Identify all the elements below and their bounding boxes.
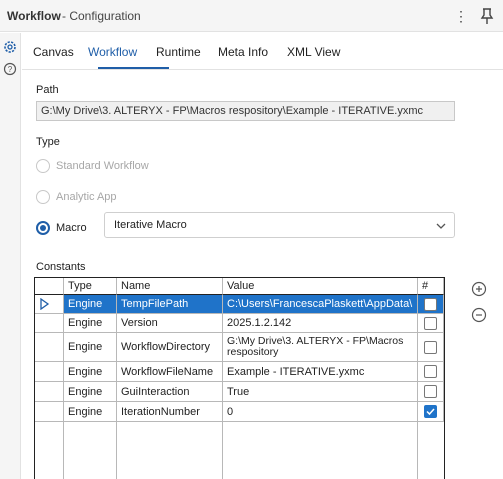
- radio-macro[interactable]: [36, 221, 50, 235]
- cell-checkbox[interactable]: [418, 362, 444, 382]
- window-title: Workflow: [7, 9, 61, 23]
- title-bar: Workflow - Configuration ⋮: [0, 0, 503, 32]
- checkmark-icon: [426, 408, 435, 416]
- constant-checkbox[interactable]: [424, 385, 437, 398]
- cell-value[interactable]: G:\My Drive\3. ALTERYX - FP\Macros respo…: [223, 333, 418, 362]
- minus-circle-icon: [471, 307, 487, 323]
- type-label: Type: [36, 136, 60, 148]
- cell-checkbox[interactable]: [418, 295, 444, 314]
- cell-name[interactable]: GuiInteraction: [117, 382, 223, 402]
- cell-name[interactable]: Version: [117, 314, 223, 333]
- tab-runtime[interactable]: Runtime: [156, 45, 201, 59]
- column-header-type[interactable]: Type: [64, 278, 117, 295]
- radio-label-macro: Macro: [56, 222, 87, 234]
- cell-value[interactable]: True: [223, 382, 418, 402]
- row-indicator[interactable]: [35, 402, 64, 422]
- constants-label: Constants: [36, 261, 86, 273]
- row-indicator[interactable]: [35, 333, 64, 362]
- radio-standard-workflow[interactable]: [36, 159, 50, 173]
- cell-name[interactable]: IterationNumber: [117, 402, 223, 422]
- row-indicator[interactable]: [35, 362, 64, 382]
- cell-checkbox[interactable]: [418, 402, 444, 422]
- kebab-icon[interactable]: ⋮: [452, 6, 470, 26]
- cell-value[interactable]: Example - ITERATIVE.yxmc: [223, 362, 418, 382]
- plus-circle-icon: [471, 281, 487, 297]
- column-header-name[interactable]: Name: [117, 278, 223, 295]
- chevron-down-icon: [434, 219, 448, 233]
- path-field: G:\My Drive\3. ALTERYX - FP\Macros respo…: [36, 101, 455, 121]
- constant-checkbox[interactable]: [424, 365, 437, 378]
- cell-name[interactable]: WorkflowDirectory: [117, 333, 223, 362]
- row-indicator[interactable]: [35, 314, 64, 333]
- cell-checkbox[interactable]: [418, 333, 444, 362]
- tab-bar: Canvas Workflow Runtime Meta Info XML Vi…: [22, 33, 503, 70]
- cell-type[interactable]: Engine: [64, 333, 117, 362]
- row-pointer-icon: [40, 298, 50, 310]
- row-header-corner: [35, 278, 64, 295]
- constant-checkbox[interactable]: [424, 340, 437, 354]
- tab-meta-info[interactable]: Meta Info: [218, 45, 268, 59]
- add-constant-button[interactable]: [471, 281, 487, 297]
- cell-type[interactable]: Engine: [64, 314, 117, 333]
- window-subtitle: - Configuration: [62, 9, 141, 23]
- svg-text:?: ?: [8, 65, 13, 74]
- cell-name[interactable]: WorkflowFileName: [117, 362, 223, 382]
- row-indicator[interactable]: [35, 382, 64, 402]
- constant-checkbox[interactable]: [424, 316, 437, 330]
- help-icon[interactable]: ?: [1, 60, 19, 78]
- macro-type-value: Iterative Macro: [114, 219, 187, 231]
- cell-name[interactable]: TempFilePath: [117, 295, 223, 314]
- tab-canvas[interactable]: Canvas: [33, 45, 74, 59]
- tab-workflow[interactable]: Workflow: [88, 45, 137, 59]
- row-indicator[interactable]: [35, 295, 64, 314]
- radio-label-standard-workflow: Standard Workflow: [56, 160, 149, 172]
- constant-checkbox-checked[interactable]: [424, 405, 437, 418]
- cell-value[interactable]: 2025.1.2.142: [223, 314, 418, 333]
- tab-xml-view[interactable]: XML View: [287, 45, 340, 59]
- path-label: Path: [36, 84, 59, 96]
- gear-icon[interactable]: [1, 38, 19, 56]
- remove-constant-button[interactable]: [471, 307, 487, 323]
- radio-label-analytic-app: Analytic App: [56, 191, 117, 203]
- radio-analytic-app[interactable]: [36, 190, 50, 204]
- column-header-value[interactable]: Value: [223, 278, 418, 295]
- cell-value[interactable]: 0: [223, 402, 418, 422]
- sidebar: ?: [0, 33, 21, 479]
- cell-type[interactable]: Engine: [64, 295, 117, 314]
- cell-type[interactable]: Engine: [64, 402, 117, 422]
- pin-icon[interactable]: [478, 6, 496, 26]
- cell-checkbox[interactable]: [418, 382, 444, 402]
- cell-type[interactable]: Engine: [64, 382, 117, 402]
- column-header-hash[interactable]: #: [418, 278, 444, 295]
- cell-checkbox[interactable]: [418, 314, 444, 333]
- constant-checkbox[interactable]: [424, 297, 437, 311]
- macro-type-select[interactable]: Iterative Macro: [104, 212, 455, 238]
- active-tab-indicator: [98, 67, 169, 69]
- cell-type[interactable]: Engine: [64, 362, 117, 382]
- cell-value[interactable]: C:\Users\FrancescaPlaskett\AppData\: [223, 295, 418, 314]
- constants-grid: Type Name Value # Engine TempFilePath C:…: [34, 277, 445, 479]
